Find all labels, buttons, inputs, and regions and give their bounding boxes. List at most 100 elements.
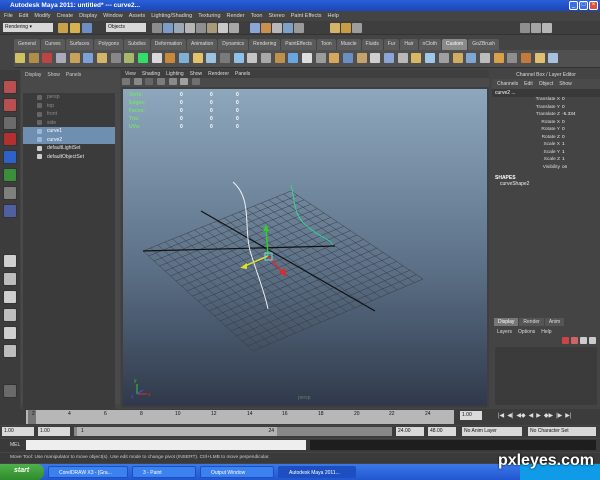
open-scene-icon[interactable] [70, 23, 80, 33]
attr-value[interactable]: 1 [562, 142, 565, 150]
shelf-tab-rendering[interactable]: Rendering [249, 39, 281, 50]
attr-row[interactable]: Visibility on [492, 165, 600, 173]
range-handle[interactable]: 1 24 [77, 427, 277, 436]
menu-assets[interactable]: Assets [129, 13, 146, 21]
shelf-tab-fur[interactable]: Fur [383, 39, 400, 50]
outliner-menu-panels[interactable]: Panels [66, 72, 81, 78]
attr-value[interactable]: 0 [562, 105, 565, 113]
shelf-tool-icon[interactable] [192, 53, 203, 63]
shelf-tool-icon[interactable] [56, 53, 67, 63]
viewport-menu-show[interactable]: Show [190, 71, 203, 77]
outliner-item-front[interactable]: front [23, 110, 115, 119]
layer-list[interactable] [495, 347, 597, 405]
shelf-tool-icon[interactable] [438, 53, 449, 63]
shelf-tab-deformation[interactable]: Deformation [150, 39, 186, 50]
shelf-tool-icon[interactable] [384, 53, 395, 63]
new-layer-icon[interactable] [562, 337, 569, 344]
menu-stereo[interactable]: Stereo [269, 13, 285, 21]
attr-value[interactable]: 0 [562, 127, 565, 135]
attr-value[interactable]: 0 [562, 97, 565, 105]
shelf-tool-icon[interactable] [261, 53, 272, 63]
layout-single-icon[interactable] [3, 254, 17, 268]
shelf-tab-curves[interactable]: Curves [40, 39, 65, 50]
channel-box-toggle-icon[interactable] [542, 23, 552, 33]
outliner-item-curve2[interactable]: curve2 [23, 135, 115, 144]
shelf-tab-fluids[interactable]: Fluids [361, 39, 383, 50]
shelf-tool-icon[interactable] [493, 53, 504, 63]
animation-start-field[interactable]: 1.00 [2, 427, 34, 436]
layer-down-icon[interactable] [589, 337, 596, 344]
shelf-tool-icon[interactable] [97, 53, 108, 63]
channel-object-name[interactable]: curve2 ... [492, 89, 600, 97]
outliner-item-curve1[interactable]: curve1 [23, 127, 115, 136]
mask-dynamics-icon[interactable] [207, 23, 217, 33]
mask-joint-icon[interactable] [163, 23, 173, 33]
shelf-tool-icon[interactable] [520, 53, 531, 63]
shelf-tool-icon[interactable] [69, 53, 80, 63]
shelf-tool-icon[interactable] [138, 53, 149, 63]
taskbar-item-maya[interactable]: Autodesk Maya 2011... [278, 466, 356, 478]
shelf-tab-muscle[interactable]: Muscle [336, 39, 361, 50]
start-button[interactable]: start [0, 464, 44, 480]
taskbar-item-paint[interactable]: 3 - Paint [132, 466, 196, 478]
shelf-tool-icon[interactable] [343, 53, 354, 63]
snap-plane-icon[interactable] [283, 23, 293, 33]
layer-up-icon[interactable] [580, 337, 587, 344]
lasso-tool-icon[interactable] [3, 98, 17, 112]
shelf-tool-icon[interactable] [466, 53, 477, 63]
tool-settings-toggle-icon[interactable] [531, 23, 541, 33]
scale-tool-icon[interactable] [3, 168, 17, 182]
viewport-menu-lighting[interactable]: Lighting [166, 71, 184, 77]
shelf-tool-icon[interactable] [288, 53, 299, 63]
channel-menu-show[interactable]: Show [559, 81, 572, 87]
isolate-select-icon[interactable] [192, 78, 201, 85]
shelf-tool-icon[interactable] [124, 53, 135, 63]
play-backward-icon[interactable]: ◀ [529, 412, 534, 419]
layout-outliner-icon[interactable] [3, 326, 17, 340]
layout-persp-graph-icon[interactable] [3, 308, 17, 322]
taskbar-item-output-window[interactable]: Output Window [200, 466, 274, 478]
camera-attributes-icon[interactable] [122, 78, 130, 85]
viewport-menu-panels[interactable]: Panels [235, 71, 250, 77]
new-layer-selected-icon[interactable] [571, 337, 578, 344]
mask-deform-icon[interactable] [196, 23, 206, 33]
maximize-icon[interactable]: □ [579, 1, 588, 10]
step-back-key-icon[interactable]: ◀◆ [516, 412, 525, 419]
menu-lighting-shading[interactable]: Lighting/Shading [151, 13, 192, 21]
ipr-render-icon[interactable] [341, 23, 351, 33]
shelf-tab-hair[interactable]: Hair [400, 39, 418, 50]
viewport-menu-shading[interactable]: Shading [142, 71, 160, 77]
menu-texturing[interactable]: Texturing [198, 13, 220, 21]
shelf-tool-icon[interactable] [411, 53, 422, 63]
shelf-tool-icon[interactable] [479, 53, 490, 63]
attr-row[interactable]: Translate Y0 [492, 105, 600, 113]
menu-set-dropdown[interactable]: Rendering ▾ [3, 23, 53, 32]
shelf-tool-icon[interactable] [233, 53, 244, 63]
step-forward-key-icon[interactable]: ◆▶ [544, 412, 553, 419]
soft-modification-icon[interactable] [3, 204, 17, 218]
outliner-item-defaultobjectset[interactable]: defaultObjectSet [23, 153, 115, 162]
shelf-tool-icon[interactable] [274, 53, 285, 63]
anim-layer-dropdown[interactable]: No Anim Layer [462, 427, 522, 436]
playback-end-field[interactable]: 24.00 [396, 427, 424, 436]
layer-tab-render[interactable]: Render [519, 318, 544, 326]
shelf-tab-animation[interactable]: Animation [186, 39, 218, 50]
channel-menu-channels[interactable]: Channels [497, 81, 518, 87]
shelf-tool-icon[interactable] [42, 53, 53, 63]
close-icon[interactable]: × [589, 1, 598, 10]
layer-menu-layers[interactable]: Layers [497, 329, 512, 335]
shelf-tool-icon[interactable] [179, 53, 190, 63]
go-to-end-icon[interactable]: ▶| [565, 412, 571, 419]
grid-toggle-icon[interactable] [157, 78, 166, 85]
channel-menu-object[interactable]: Object [539, 81, 553, 87]
menu-render[interactable]: Render [227, 13, 245, 21]
mask-misc-icon[interactable] [229, 23, 239, 33]
shelf-tool-icon[interactable] [534, 53, 545, 63]
menu-create[interactable]: Create [57, 13, 74, 21]
shelf-tool-icon[interactable] [548, 53, 559, 63]
shelf-menu-icon[interactable] [15, 53, 25, 63]
menu-edit[interactable]: Edit [19, 13, 28, 21]
attr-value[interactable]: 1 [562, 157, 565, 165]
time-slider-bar[interactable]: 2 4 6 8 10 12 14 16 18 20 22 24 [26, 410, 454, 424]
outliner-item-persp[interactable]: persp [23, 93, 115, 102]
